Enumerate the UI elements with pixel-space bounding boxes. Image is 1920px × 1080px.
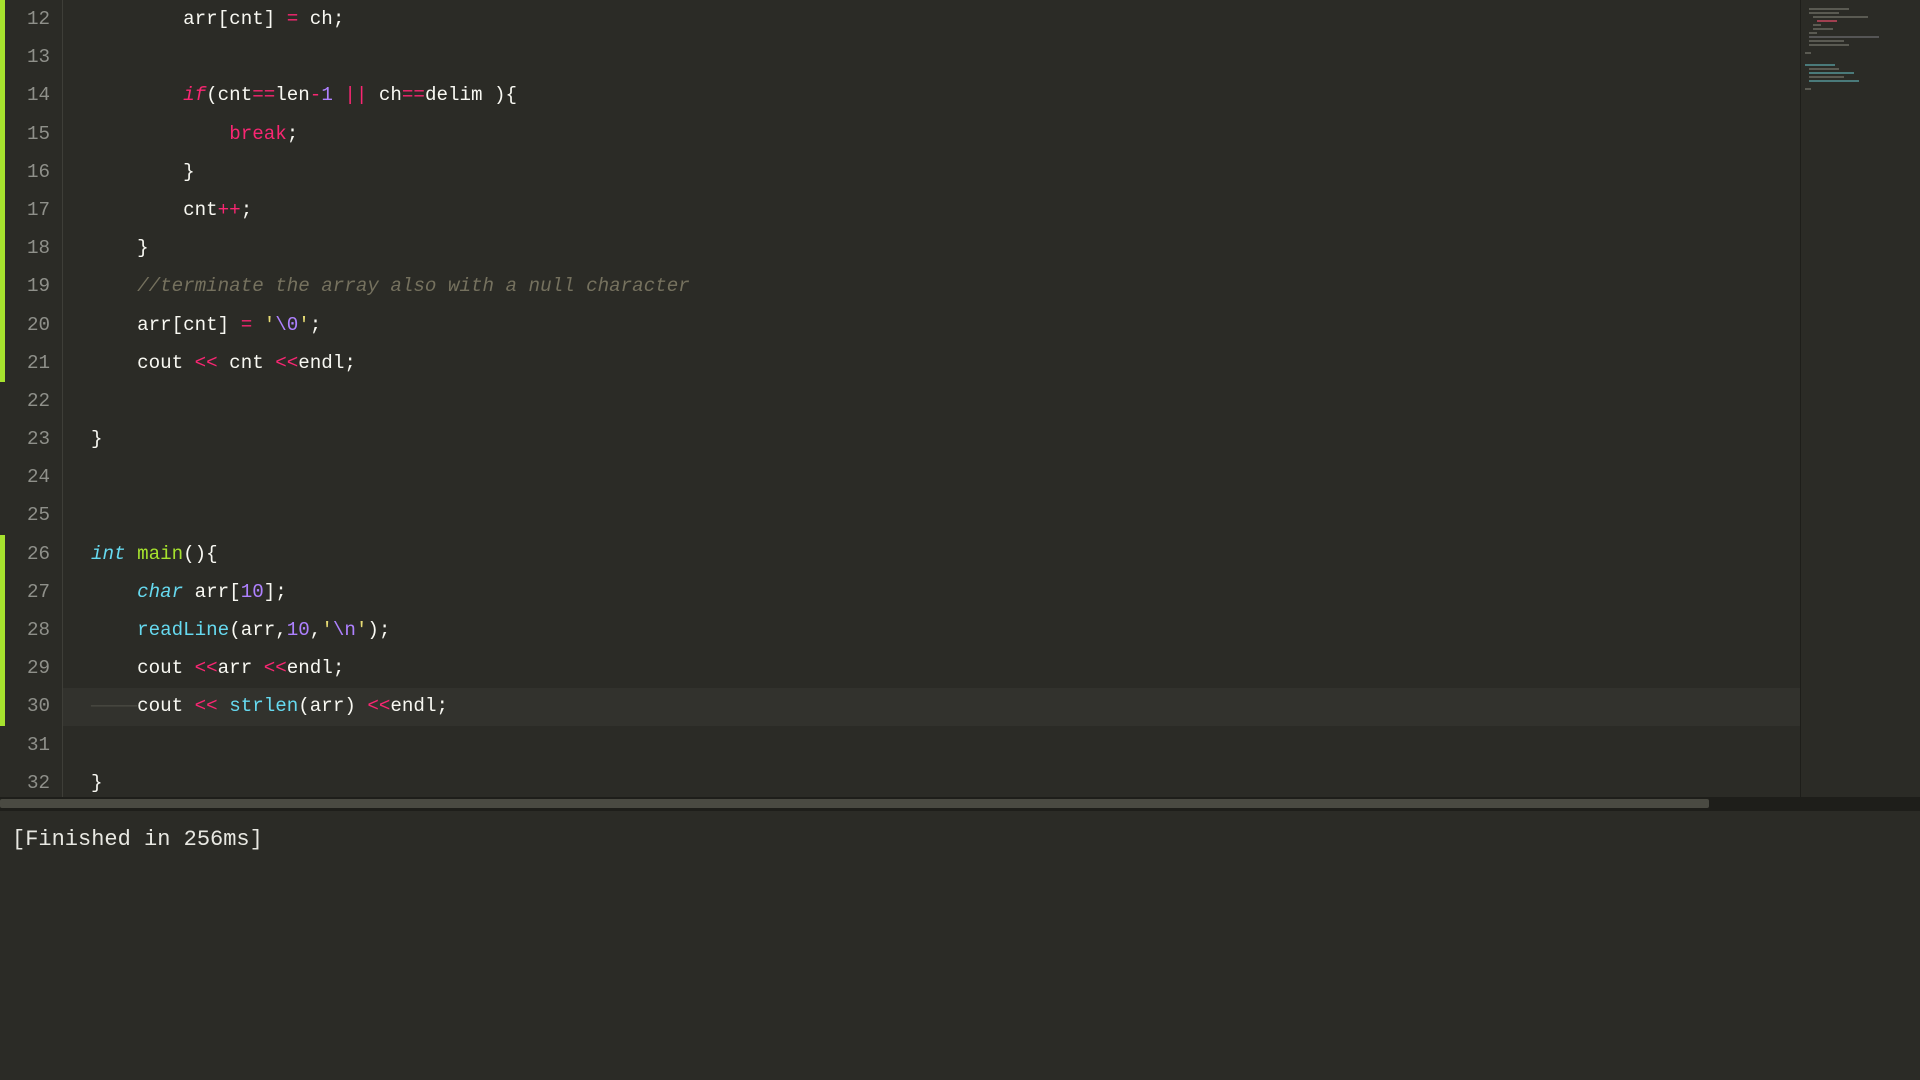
- code-line[interactable]: char arr[10];: [91, 573, 1800, 611]
- line-number: 28: [0, 611, 50, 649]
- minimap[interactable]: [1800, 0, 1920, 797]
- line-number-gutter: 1213141516171819202122232425262728293031…: [0, 0, 62, 797]
- code-line[interactable]: if(cnt==len-1 || ch==delim ){: [91, 76, 1800, 114]
- code-line[interactable]: [91, 382, 1800, 420]
- code-line[interactable]: readLine(arr,10,'\n');: [91, 611, 1800, 649]
- code-line[interactable]: [91, 726, 1800, 764]
- code-line[interactable]: [91, 38, 1800, 76]
- line-number: 31: [0, 726, 50, 764]
- horizontal-scrollbar-thumb[interactable]: [0, 799, 1709, 808]
- code-line[interactable]: //terminate the array also with a null c…: [91, 267, 1800, 305]
- code-line[interactable]: }: [91, 153, 1800, 191]
- line-number: 22: [0, 382, 50, 420]
- line-number: 20: [0, 306, 50, 344]
- line-number: 15: [0, 115, 50, 153]
- code-line[interactable]: }: [91, 229, 1800, 267]
- line-number: 17: [0, 191, 50, 229]
- line-number: 18: [0, 229, 50, 267]
- line-number: 12: [0, 0, 50, 38]
- line-number: 23: [0, 420, 50, 458]
- build-output-text: [Finished in 256ms]: [12, 827, 263, 852]
- line-number: 14: [0, 76, 50, 114]
- line-number: 19: [0, 267, 50, 305]
- modification-markers: [0, 0, 5, 797]
- line-number: 27: [0, 573, 50, 611]
- line-number: 30: [0, 687, 50, 725]
- line-number: 21: [0, 344, 50, 382]
- horizontal-scrollbar[interactable]: [0, 797, 1920, 810]
- code-line[interactable]: cnt++;: [91, 191, 1800, 229]
- line-number: 26: [0, 535, 50, 573]
- code-line[interactable]: cout << cnt <<endl;: [91, 344, 1800, 382]
- line-number: 16: [0, 153, 50, 191]
- code-content[interactable]: arr[cnt] = ch; if(cnt==len-1 || ch==deli…: [62, 0, 1800, 797]
- editor-area[interactable]: 1213141516171819202122232425262728293031…: [0, 0, 1920, 797]
- code-line[interactable]: [91, 496, 1800, 534]
- build-output-panel: [Finished in 256ms]: [0, 810, 1920, 1080]
- line-number: 25: [0, 496, 50, 534]
- code-line[interactable]: cout <<arr <<endl;: [91, 649, 1800, 687]
- code-line[interactable]: }: [91, 420, 1800, 458]
- code-line[interactable]: [91, 458, 1800, 496]
- line-number: 24: [0, 458, 50, 496]
- code-line[interactable]: int main(){: [91, 535, 1800, 573]
- line-number: 29: [0, 649, 50, 687]
- code-line[interactable]: break;: [91, 115, 1800, 153]
- line-number: 13: [0, 38, 50, 76]
- code-line[interactable]: arr[cnt] = '\0';: [91, 306, 1800, 344]
- code-line[interactable]: arr[cnt] = ch;: [91, 0, 1800, 38]
